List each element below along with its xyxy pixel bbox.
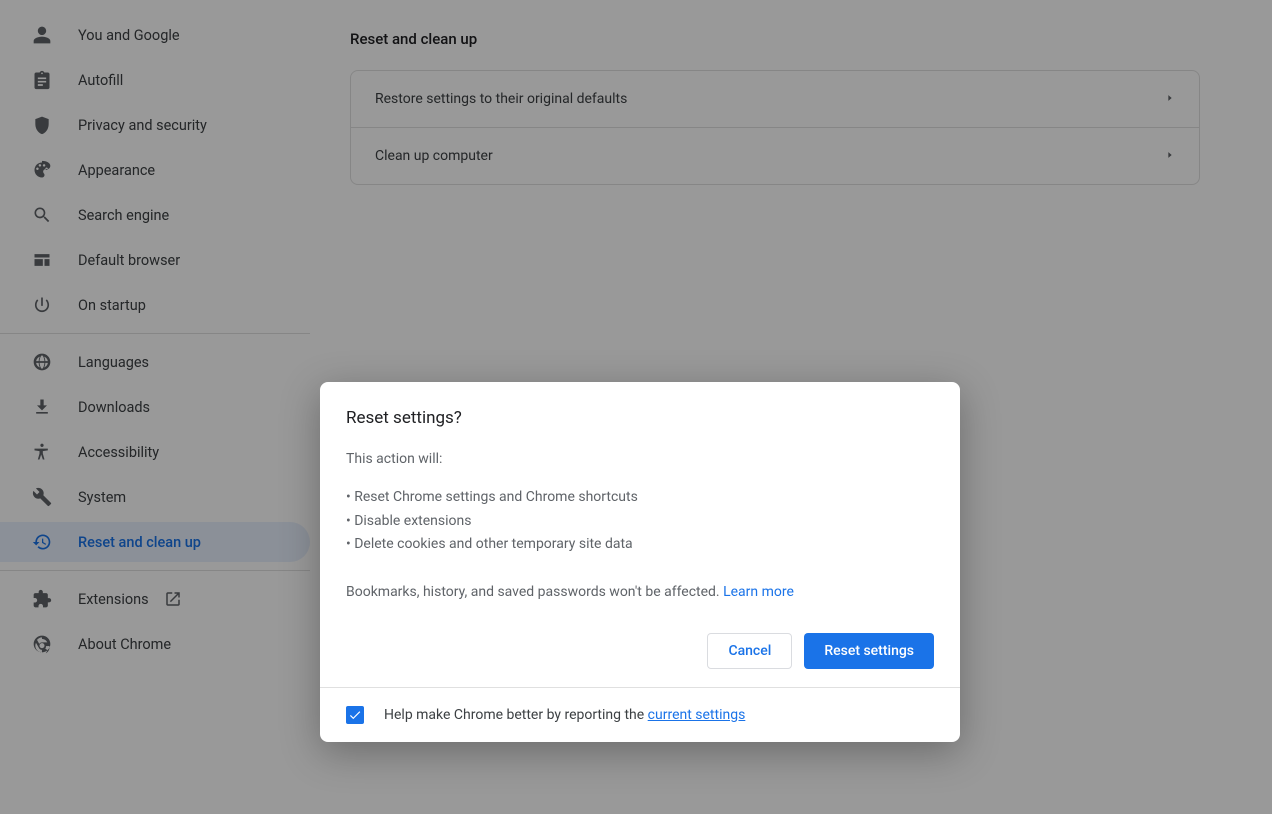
reset-settings-button[interactable]: Reset settings [804, 633, 934, 669]
dialog-note: Bookmarks, history, and saved passwords … [346, 584, 720, 600]
modal-overlay[interactable]: Reset settings? This action will: Reset … [0, 0, 1272, 814]
dialog-bullet: Delete cookies and other temporary site … [354, 533, 632, 557]
current-settings-link[interactable]: current settings [648, 707, 746, 723]
dialog-bullet: Reset Chrome settings and Chrome shortcu… [354, 486, 638, 510]
reset-settings-dialog: Reset settings? This action will: Reset … [320, 382, 960, 742]
learn-more-link[interactable]: Learn more [720, 584, 794, 600]
report-settings-checkbox[interactable] [346, 706, 364, 724]
footer-text: Help make Chrome better by reporting the… [384, 707, 745, 723]
dialog-title: Reset settings? [346, 408, 934, 428]
dialog-message: This action will: Reset Chrome settings … [346, 448, 934, 605]
dialog-bullet: Disable extensions [354, 510, 471, 534]
dialog-intro: This action will: [346, 448, 934, 472]
cancel-button[interactable]: Cancel [707, 633, 792, 669]
